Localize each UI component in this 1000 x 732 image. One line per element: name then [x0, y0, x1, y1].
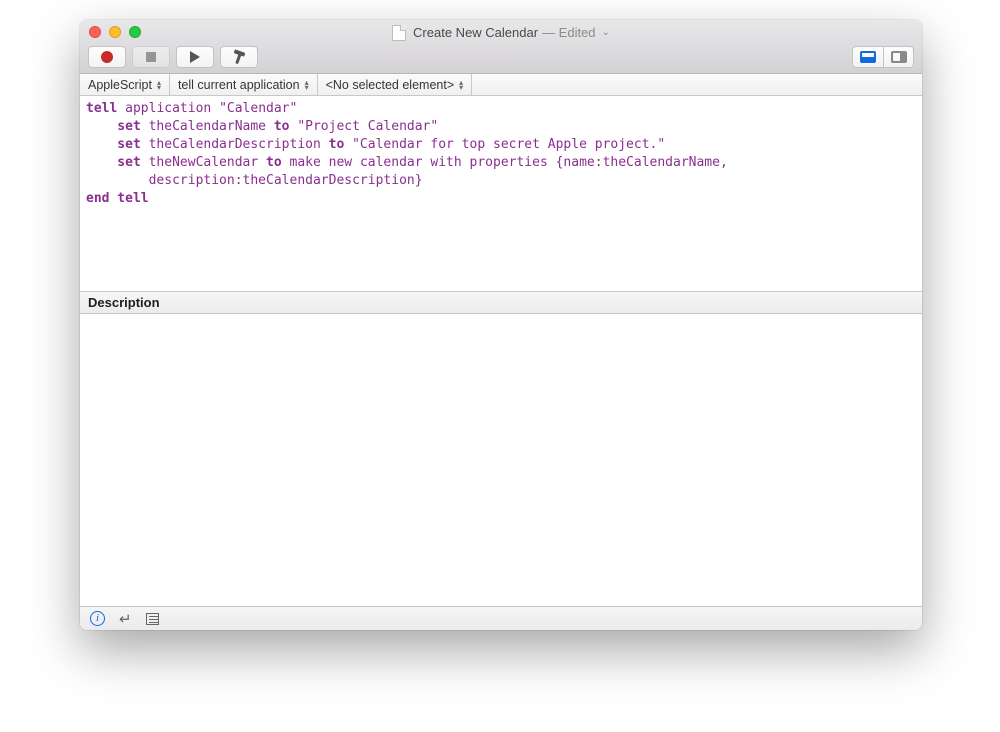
- language-label: AppleScript: [88, 78, 152, 92]
- stop-icon: [146, 52, 156, 62]
- show-right-pane-button[interactable]: [883, 47, 913, 67]
- description-heading-label: Description: [88, 295, 160, 310]
- updown-icon: ▴▾: [157, 80, 161, 90]
- script-editor[interactable]: tell application "Calendar" set theCalen…: [80, 96, 922, 292]
- edited-indicator: — Edited: [542, 25, 595, 40]
- zoom-button[interactable]: [129, 26, 141, 38]
- close-button[interactable]: [89, 26, 101, 38]
- log-icon[interactable]: [146, 613, 159, 625]
- record-icon: [101, 51, 113, 63]
- chevron-down-icon: ⌄: [602, 27, 610, 38]
- navigation-bar: AppleScript ▴▾ tell current application …: [80, 74, 922, 96]
- show-bottom-pane-button[interactable]: [853, 47, 883, 67]
- play-icon: [190, 51, 200, 63]
- run-button[interactable]: [176, 46, 214, 68]
- minimize-button[interactable]: [109, 26, 121, 38]
- compile-button[interactable]: [220, 46, 258, 68]
- language-popup[interactable]: AppleScript ▴▾: [80, 74, 170, 95]
- hammer-icon: [232, 50, 246, 64]
- element-label: <No selected element>: [326, 78, 455, 92]
- updown-icon: ▴▾: [305, 80, 309, 90]
- target-popup[interactable]: tell current application ▴▾: [170, 74, 318, 95]
- document-icon: [392, 25, 406, 41]
- result-icon[interactable]: ↵: [119, 610, 132, 628]
- pane-toggle: [852, 46, 914, 68]
- description-heading: Description: [80, 292, 922, 314]
- element-popup[interactable]: <No selected element> ▴▾: [318, 74, 473, 95]
- script-editor-window: Create New Calendar — Edited ⌄ AppleScri…: [80, 20, 922, 630]
- titlebar: Create New Calendar — Edited ⌄: [80, 20, 922, 74]
- record-button[interactable]: [88, 46, 126, 68]
- right-pane-icon: [891, 51, 907, 63]
- window-title[interactable]: Create New Calendar — Edited ⌄: [80, 20, 922, 42]
- toolbar: [88, 44, 914, 70]
- updown-icon: ▴▾: [459, 80, 463, 90]
- window-controls: [89, 26, 141, 38]
- stop-button[interactable]: [132, 46, 170, 68]
- document-name: Create New Calendar: [413, 25, 538, 40]
- status-bar: i ↵: [80, 606, 922, 630]
- info-icon[interactable]: i: [90, 611, 105, 626]
- bottom-pane-icon: [860, 51, 876, 63]
- description-body[interactable]: [80, 314, 922, 606]
- target-label: tell current application: [178, 78, 300, 92]
